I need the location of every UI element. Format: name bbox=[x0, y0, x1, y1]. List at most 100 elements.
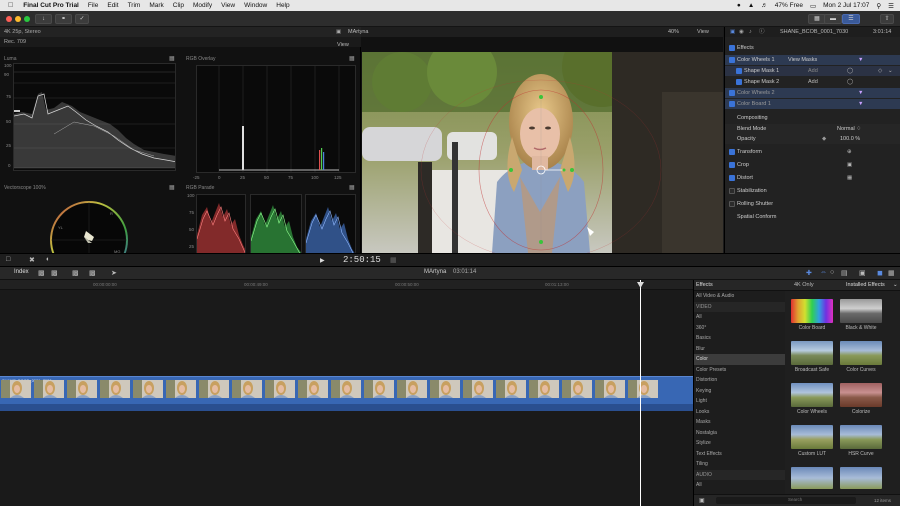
background-tasks-button[interactable]: ✓ bbox=[75, 14, 89, 24]
view-masks-label[interactable]: View Masks bbox=[788, 55, 817, 65]
battery-icon[interactable]: ▭ bbox=[810, 2, 816, 10]
menu-file[interactable]: File bbox=[88, 2, 98, 9]
color-board-1-row[interactable]: Color Board 1 ▼ bbox=[725, 99, 900, 109]
shape-mask-1-row[interactable]: Shape Mask 1 Add ◯ ◇ ⌄ bbox=[725, 66, 900, 76]
transform-row[interactable]: Transform ⊕ bbox=[725, 147, 900, 157]
apple-menu-icon[interactable]:  bbox=[8, 2, 13, 9]
distort-icon[interactable]: ▦ bbox=[847, 173, 852, 183]
crop-icon[interactable]: ▣ bbox=[847, 160, 852, 170]
category-item[interactable]: 360° bbox=[694, 323, 785, 334]
distort-checkbox[interactable] bbox=[729, 175, 735, 181]
minimize-window-button[interactable] bbox=[15, 16, 21, 22]
effect-thumb-broadcast-safe[interactable] bbox=[791, 341, 833, 365]
color-wheels-2-row[interactable]: Color Wheels 2 ▼ bbox=[725, 88, 900, 98]
menu-window[interactable]: Window bbox=[244, 2, 267, 9]
category-item[interactable]: All bbox=[694, 480, 785, 491]
category-item[interactable]: Light bbox=[694, 396, 785, 407]
timeline-ruler[interactable]: 00:00:00:00 00:00:49:00 00:00:50:00 00:0… bbox=[0, 280, 693, 290]
timeline-clip[interactable]: SHANE_BCOB_0001_7030 bbox=[0, 376, 693, 411]
select-tool-icon[interactable]: ➤ bbox=[111, 269, 117, 277]
shape-mask-1-checkbox[interactable] bbox=[736, 68, 742, 74]
play-button[interactable]: ▶ bbox=[320, 257, 325, 264]
color-wheels-2-icon[interactable]: ▼ bbox=[858, 88, 863, 98]
connect-clip-icon[interactable]: ▩ bbox=[72, 269, 79, 277]
search-input[interactable]: Search bbox=[716, 497, 856, 504]
close-window-button[interactable] bbox=[6, 16, 12, 22]
skimming-icon[interactable]: ✚ bbox=[806, 269, 812, 277]
effect-thumb-color-board[interactable] bbox=[791, 299, 833, 323]
color-wheels-1-row[interactable]: Color Wheels 1 View Masks ▼ bbox=[725, 55, 900, 65]
effect-thumb-more-2[interactable] bbox=[840, 467, 882, 489]
blend-mode-select[interactable]: Normal ♢ bbox=[837, 124, 861, 134]
insert-clip-icon[interactable]: ▩ bbox=[51, 269, 58, 277]
timeline-index-icon[interactable]: ▦ bbox=[888, 269, 895, 277]
category-item[interactable]: Basics bbox=[694, 333, 785, 344]
crop-row[interactable]: Crop ▣ bbox=[725, 160, 900, 170]
category-item[interactable]: Keying bbox=[694, 386, 785, 397]
audio-skimming-icon[interactable]: ⇔ bbox=[820, 269, 827, 276]
battery-text[interactable]: 47% Free bbox=[775, 2, 803, 9]
video-frame[interactable] bbox=[362, 52, 723, 253]
category-item[interactable]: Stylize bbox=[694, 438, 785, 449]
wifi-icon[interactable]: ▲ bbox=[748, 2, 754, 9]
scopes-view-menu[interactable]: View bbox=[337, 42, 349, 48]
effect-thumb-custom-lut[interactable] bbox=[791, 425, 833, 449]
effect-thumb-hsr-curve[interactable] bbox=[840, 425, 882, 449]
opacity-value[interactable]: 100.0 % bbox=[840, 134, 860, 144]
effect-thumb-more-1[interactable] bbox=[791, 467, 833, 489]
color-wheels-2-checkbox[interactable] bbox=[729, 90, 735, 96]
luma-settings-icon[interactable]: ▦ bbox=[169, 55, 175, 62]
timeline[interactable]: 00:00:00:00 00:00:49:00 00:00:50:00 00:0… bbox=[0, 280, 693, 506]
zoom-window-button[interactable] bbox=[24, 16, 30, 22]
transitions-browser-icon[interactable]: ◼ bbox=[877, 269, 883, 277]
keyframe-icon[interactable]: ◇ bbox=[878, 66, 882, 76]
index-button[interactable]: Index bbox=[14, 269, 29, 275]
rgb-overlay-settings-icon[interactable]: ▦ bbox=[349, 55, 355, 62]
category-item[interactable]: Looks bbox=[694, 407, 785, 418]
vectorscope-settings-icon[interactable]: ▦ bbox=[169, 184, 175, 191]
transform-tool-icon[interactable]: ✖ bbox=[29, 256, 35, 264]
shape-mask-1-add[interactable]: Add bbox=[808, 66, 818, 76]
menu-edit[interactable]: Edit bbox=[107, 2, 118, 9]
zoom-menu[interactable]: 40% bbox=[668, 27, 679, 37]
shape-mask-2-row[interactable]: Shape Mask 2 Add ◯ bbox=[725, 77, 900, 87]
inspector-toggle-button[interactable]: ☰ bbox=[842, 14, 860, 24]
category-item[interactable]: All Video & Audio bbox=[694, 291, 785, 302]
category-item[interactable]: Distortion bbox=[694, 375, 785, 386]
shape-mask-2-checkbox[interactable] bbox=[736, 79, 742, 85]
4k-only-checkbox[interactable]: 4K Only bbox=[794, 282, 814, 288]
effect-thumb-color-curves[interactable] bbox=[840, 341, 882, 365]
dropdown-chevron-icon[interactable]: ⌄ bbox=[888, 66, 893, 76]
share-button[interactable]: ⇧ bbox=[880, 14, 894, 24]
category-item[interactable]: Blur bbox=[694, 344, 785, 355]
category-item[interactable]: Tiling bbox=[694, 459, 785, 470]
category-item[interactable]: Masks bbox=[694, 417, 785, 428]
viewer-view-menu[interactable]: View bbox=[697, 27, 709, 37]
solo-icon[interactable]: ○ bbox=[830, 269, 834, 276]
effects-browser-toggle-icon[interactable]: ▣ bbox=[859, 269, 866, 277]
category-item[interactable]: Text Effects bbox=[694, 449, 785, 460]
clip-appearance-icon[interactable]: ▤ bbox=[841, 269, 848, 277]
rolling-shutter-checkbox[interactable] bbox=[729, 201, 735, 207]
sidebar-toggle-icon[interactable]: ▣ bbox=[699, 497, 705, 504]
menu-modify[interactable]: Modify bbox=[193, 2, 212, 9]
audio-inspector-icon[interactable]: ♪ bbox=[749, 27, 752, 37]
viewer-options-icon[interactable]: □ bbox=[6, 256, 10, 263]
color-inspector-icon[interactable]: ◉ bbox=[739, 27, 744, 37]
mask-ellipse-icon-2[interactable]: ◯ bbox=[847, 77, 853, 87]
video-inspector-icon[interactable]: ▣ bbox=[730, 27, 735, 37]
distort-row[interactable]: Distort ▦ bbox=[725, 173, 900, 183]
mask-ellipse-icon[interactable]: ◯ bbox=[847, 66, 853, 76]
category-item[interactable]: All bbox=[694, 312, 785, 323]
playhead[interactable] bbox=[640, 280, 641, 506]
category-item[interactable]: Color bbox=[694, 354, 785, 365]
menu-mark[interactable]: Mark bbox=[149, 2, 163, 9]
keyword-button[interactable]: ⚭ bbox=[55, 14, 72, 24]
app-menu[interactable]: Final Cut Pro Trial bbox=[23, 2, 79, 9]
color-board-icon[interactable]: ▼ bbox=[858, 55, 863, 65]
menu-trim[interactable]: Trim bbox=[128, 2, 141, 9]
status-icon[interactable]: ● bbox=[737, 2, 741, 9]
stabilization-row[interactable]: Stabilization bbox=[725, 186, 900, 196]
compositing-row[interactable]: Compositing bbox=[725, 113, 900, 123]
color-board-1-icon[interactable]: ▼ bbox=[858, 99, 863, 109]
